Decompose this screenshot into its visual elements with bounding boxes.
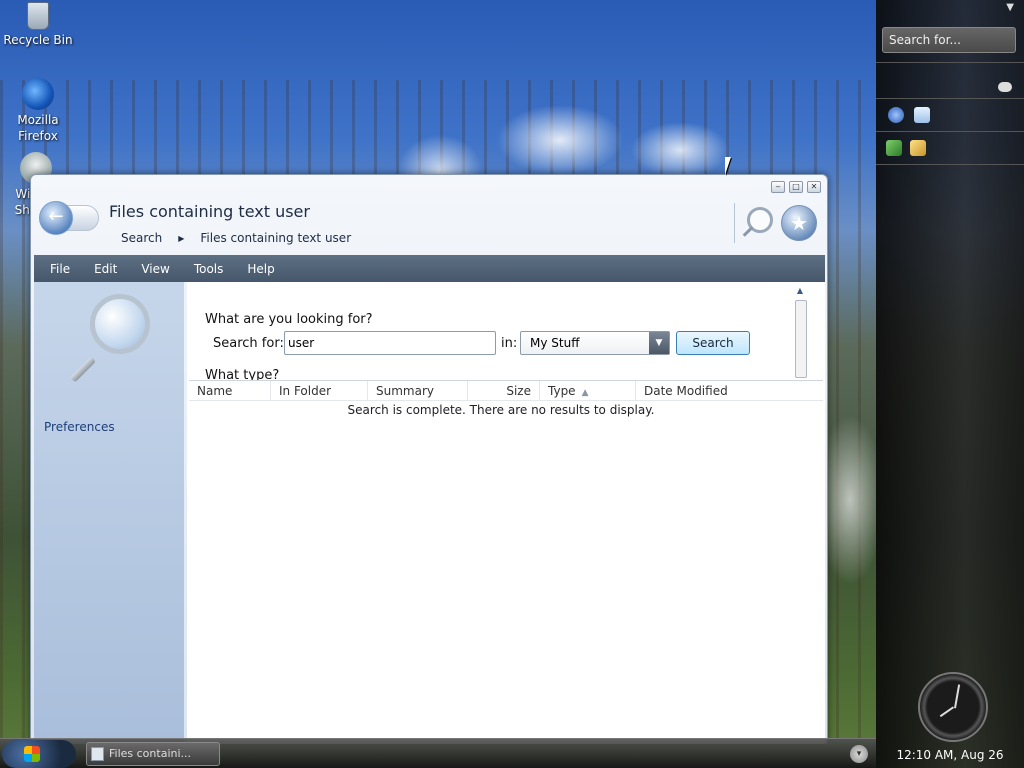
chat-bubble-icon[interactable] (998, 82, 1012, 92)
search-heading: What are you looking for? (205, 312, 373, 327)
arrows-gadget-icon[interactable] (886, 140, 902, 156)
column-header-type-label: Type (548, 384, 576, 398)
menu-edit[interactable]: Edit (84, 262, 131, 276)
column-header-name[interactable]: Name (189, 381, 271, 400)
firefox-icon (22, 78, 54, 110)
sidebar-header: ▼ (876, 0, 1024, 20)
scope-dropdown[interactable]: My Stuff ▼ (520, 331, 670, 355)
left-pane: Preferences (34, 282, 184, 744)
clock-minute-hand (954, 684, 961, 709)
search-for-label: Search for: (213, 336, 284, 351)
mail-gadget-icon[interactable] (914, 107, 930, 123)
breadcrumb: Search ▶ Files containing text user (121, 231, 351, 245)
clock-hour-hand (939, 706, 954, 718)
taskbar-window-label: Files containi... (109, 747, 192, 760)
desktop-icon-firefox[interactable]: Mozilla Firefox (2, 78, 74, 144)
start-button[interactable] (2, 740, 76, 768)
scope-value: My Stuff (530, 336, 580, 350)
desktop-icon-label: Recycle Bin (3, 33, 73, 47)
sidebar-menu-arrow-icon[interactable]: ▼ (1006, 2, 1014, 13)
sidebar-divider (876, 164, 1024, 165)
column-header-summary[interactable]: Summary (368, 381, 468, 400)
right-pane: What are you looking for? Search for: us… (187, 282, 825, 744)
column-header-type[interactable]: Type ▲ (540, 381, 636, 400)
type-heading: What type? (205, 368, 280, 380)
empty-results-message: Search is complete. There are no results… (347, 403, 655, 417)
windows-logo-icon (24, 746, 40, 762)
favorites-star-icon[interactable]: ★ (781, 205, 817, 241)
scroll-up-icon[interactable]: ▲ (793, 286, 807, 295)
magnifying-glass-handle (69, 356, 97, 383)
back-arrow-icon[interactable]: ← (39, 201, 73, 235)
search-form: What are you looking for? Search for: us… (187, 282, 809, 380)
menu-tools[interactable]: Tools (184, 262, 238, 276)
desktop-icon-label: Mozilla Firefox (17, 113, 59, 143)
clock-gadget[interactable] (918, 672, 988, 742)
in-label: in: (501, 336, 518, 351)
menu-bar: File Edit View Tools Help (34, 255, 825, 282)
sidebar-time: 12:10 AM, Aug 26 (896, 748, 1004, 762)
maximize-icon[interactable]: □ (789, 181, 803, 193)
toolbar-divider (734, 203, 735, 243)
taskbar: Files containi... ▾ (0, 738, 876, 768)
preferences-link[interactable]: Preferences (44, 420, 115, 434)
taskbar-window-button[interactable]: Files containi... (86, 742, 220, 766)
column-header-folder[interactable]: In Folder (271, 381, 368, 400)
sidebar-search-input[interactable]: Search for... (882, 27, 1016, 53)
column-header-date[interactable]: Date Modified (636, 381, 760, 400)
column-header-size[interactable]: Size (468, 381, 540, 400)
form-scrollbar[interactable]: ▲ (793, 286, 807, 378)
breadcrumb-item-search[interactable]: Search (121, 231, 162, 245)
search-window: ‒ □ ✕ ← Files containing text user Searc… (30, 174, 828, 744)
mouse-cursor-icon (725, 157, 737, 175)
sidebar-divider (876, 131, 1024, 132)
sort-ascending-icon: ▲ (581, 388, 589, 398)
results-list: Name In Folder Summary Size Type ▲ Date M… (189, 380, 823, 744)
results-header: Name In Folder Summary Size Type ▲ Date M… (189, 381, 823, 401)
search-magnifier-icon[interactable] (747, 207, 773, 233)
tray-expand-icon[interactable]: ▾ (850, 745, 868, 763)
keys-gadget-icon[interactable] (910, 140, 926, 156)
ie-gadget-icon[interactable] (888, 107, 904, 123)
chevron-down-icon[interactable]: ▼ (649, 332, 669, 354)
sidebar-divider (876, 62, 1024, 63)
menu-help[interactable]: Help (237, 262, 288, 276)
close-icon[interactable]: ✕ (807, 181, 821, 193)
windows-sidebar: ▼ Search for... 12:10 AM, Aug 26 (876, 0, 1024, 768)
window-title: Files containing text user (109, 202, 310, 221)
breadcrumb-separator-icon[interactable]: ▶ (178, 234, 184, 243)
recycle-bin-icon (27, 2, 49, 30)
magnifying-glass-icon (90, 294, 150, 354)
menu-file[interactable]: File (40, 262, 84, 276)
scrollbar-thumb[interactable] (795, 300, 807, 378)
search-input[interactable]: user (284, 331, 496, 355)
window-controls: ‒ □ ✕ (771, 181, 821, 193)
breadcrumb-item-current[interactable]: Files containing text user (200, 231, 351, 245)
search-window-icon (91, 747, 104, 761)
menu-view[interactable]: View (131, 262, 183, 276)
desktop-icon-recycle-bin[interactable]: Recycle Bin (2, 2, 74, 48)
sidebar-divider (876, 98, 1024, 99)
search-button[interactable]: Search (676, 331, 750, 355)
minimize-icon[interactable]: ‒ (771, 181, 785, 193)
